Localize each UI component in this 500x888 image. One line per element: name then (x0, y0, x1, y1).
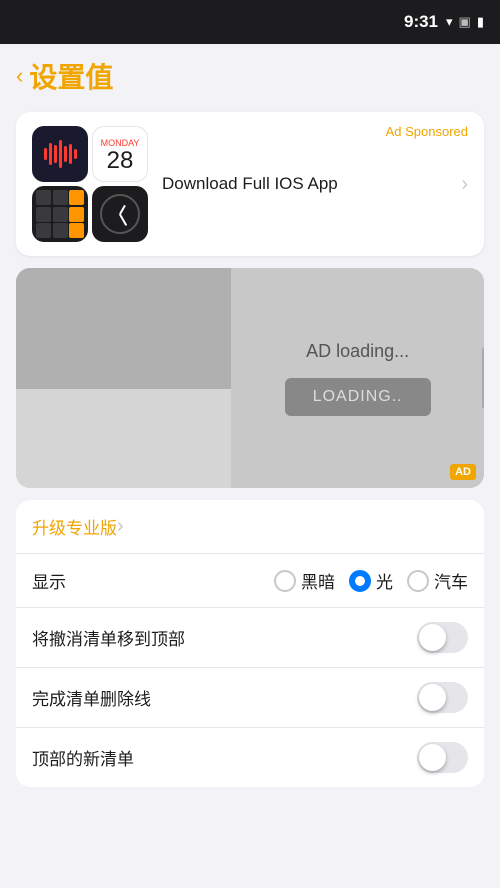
app-icons-grid: Monday 28 (32, 126, 148, 242)
delete-line-toggle-knob (419, 684, 446, 711)
clock-app-icon (92, 186, 148, 242)
radio-dark-circle (274, 570, 296, 592)
move-to-top-toggle-knob (419, 624, 446, 651)
calendar-app-icon: Monday 28 (92, 126, 148, 182)
ad-card[interactable]: Ad Sponsored Monday 28 (16, 112, 484, 256)
ad-loading-button[interactable]: LOADING.. (285, 378, 431, 416)
status-bar: 9:31 ▾ ▣ ▮ (0, 0, 500, 44)
radio-light-circle (349, 570, 371, 592)
ad-loading-left-panel (16, 268, 231, 488)
new-list-row: 顶部的新清单 (16, 728, 484, 787)
back-chevron-icon: ‹ (16, 63, 23, 89)
voice-app-icon (32, 126, 88, 182)
radio-light-label: 光 (376, 568, 393, 593)
ad-loading-top-graphic (16, 268, 231, 389)
radio-auto-label: 汽车 (434, 568, 468, 593)
calculator-app-icon (32, 186, 88, 242)
header: ‹ 设置值 (0, 44, 500, 104)
upgrade-row[interactable]: 升级专业版 › (16, 500, 484, 554)
new-list-toggle[interactable] (417, 742, 468, 773)
display-radio-group: 黑暗 光 汽车 (274, 568, 468, 593)
new-list-label: 顶部的新清单 (32, 745, 417, 770)
delete-line-toggle[interactable] (417, 682, 468, 713)
calc-grid (32, 186, 88, 242)
radio-dark[interactable]: 黑暗 (274, 568, 335, 593)
back-button[interactable]: ‹ 设置值 (16, 56, 113, 96)
ad-download-text: Download Full IOS App (162, 174, 447, 194)
ad-chevron-icon: › (461, 173, 468, 196)
clock-face (100, 194, 140, 234)
radio-light-dot (355, 576, 365, 586)
delete-line-label: 完成清单删除线 (32, 685, 417, 710)
upgrade-label: 升级专业版 (32, 514, 117, 539)
status-icons: ▾ ▣ ▮ (446, 14, 484, 30)
ad-scroll-hint (482, 348, 484, 408)
battery-icon: ▮ (477, 14, 484, 30)
status-time: 9:31 (404, 12, 438, 32)
wifi-icon: ▾ (446, 14, 453, 30)
ad-loading-text: AD loading... (306, 341, 409, 362)
ad-loading-right-panel: AD loading... LOADING.. (231, 268, 484, 488)
settings-section: 升级专业版 › 显示 黑暗 光 汽车 将撤消清单移到顶部 (16, 500, 484, 787)
move-to-top-row: 将撤消清单移到顶部 (16, 608, 484, 668)
new-list-toggle-knob (419, 744, 446, 771)
move-to-top-label: 将撤消清单移到顶部 (32, 625, 417, 650)
ad-sponsored-label: Ad Sponsored (386, 124, 468, 139)
move-to-top-toggle[interactable] (417, 622, 468, 653)
ad-text-section: Download Full IOS App (162, 174, 447, 194)
ad-loading-card: AD loading... LOADING.. AD (16, 268, 484, 488)
ad-loading-bottom-graphic (16, 389, 231, 488)
ad-badge: AD (450, 464, 476, 480)
radio-light[interactable]: 光 (349, 568, 393, 593)
radio-auto-circle (407, 570, 429, 592)
radio-dark-label: 黑暗 (301, 568, 335, 593)
cal-date: 28 (107, 149, 134, 173)
delete-line-row: 完成清单删除线 (16, 668, 484, 728)
display-label: 显示 (32, 568, 274, 593)
radio-auto[interactable]: 汽车 (407, 568, 468, 593)
header-title: 设置值 (29, 56, 113, 96)
display-row: 显示 黑暗 光 汽车 (16, 554, 484, 608)
signal-icon: ▣ (459, 14, 471, 30)
waveform (44, 139, 77, 169)
upgrade-chevron-icon: › (117, 515, 124, 538)
clock-min-hand (119, 214, 127, 226)
